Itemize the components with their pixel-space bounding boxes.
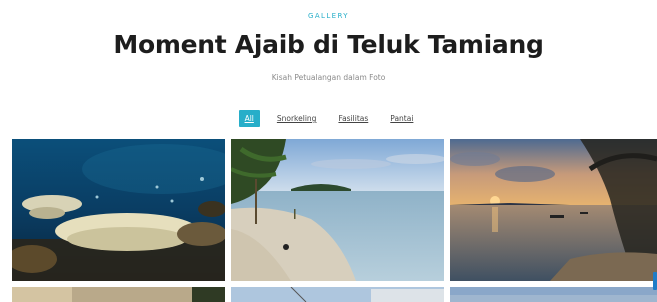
filter-all[interactable]: All: [238, 110, 260, 127]
gallery-photo-row2-2[interactable]: [231, 287, 444, 302]
page-subtitle: Kisah Petualangan dalam Foto: [271, 73, 386, 82]
filter-fasilitas[interactable]: Fasilitas: [333, 111, 373, 126]
gallery-photo-sunset-bay[interactable]: [450, 139, 657, 281]
filter-pantai[interactable]: Pantai: [385, 111, 418, 126]
filter-snorkeling[interactable]: Snorkeling: [272, 111, 322, 126]
gallery-filter-bar: All Snorkeling Fasilitas Pantai: [0, 110, 657, 127]
gallery-photo-row2-1[interactable]: [12, 287, 225, 302]
gallery-photo-row2-3[interactable]: [450, 287, 657, 302]
page-title: Moment Ajaib di Teluk Tamiang: [113, 30, 544, 59]
gallery-photo-beach-palms[interactable]: [231, 139, 444, 281]
scroll-to-top-button[interactable]: [653, 272, 657, 290]
gallery-photo-coral-reef[interactable]: [12, 139, 225, 281]
gallery-eyebrow: GALLERY: [308, 12, 349, 20]
